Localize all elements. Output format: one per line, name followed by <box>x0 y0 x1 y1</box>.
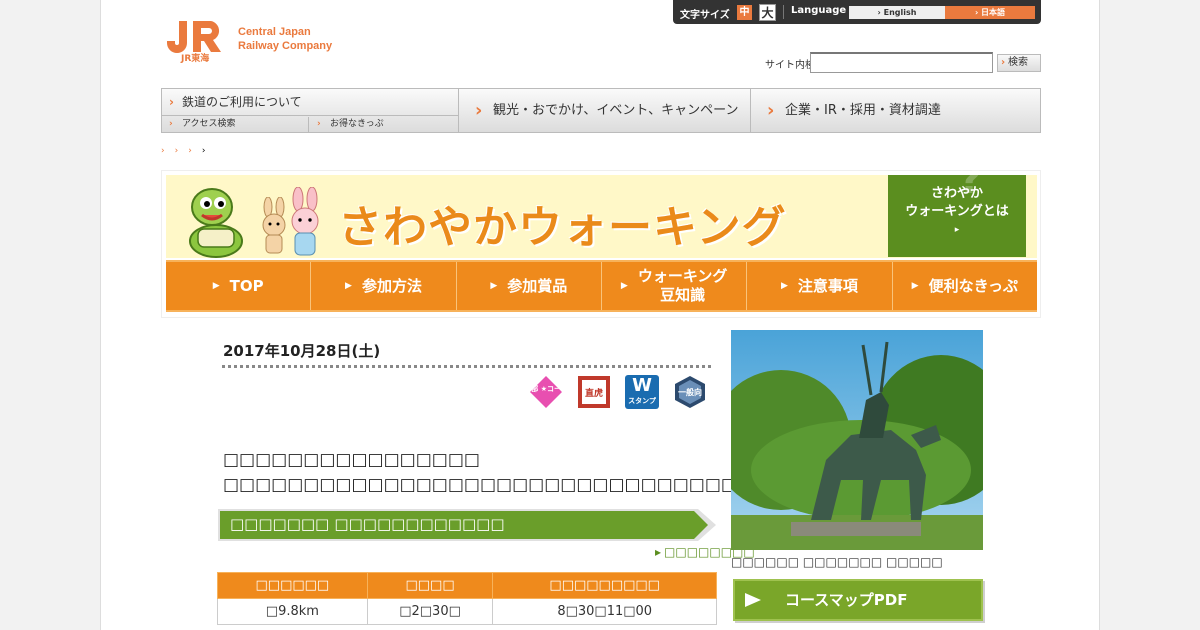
logo-line2: Railway Company <box>238 40 333 52</box>
subnav-label: 参加方法 <box>361 276 422 295</box>
chevron-right-icon: › <box>169 95 174 109</box>
page-container: JR東海 Central Japan Railway Company 文字サイズ… <box>100 0 1100 630</box>
course-bar-text: □□□□□□□ □□□□□□□□□□□□ <box>230 515 505 533</box>
language-label: Language <box>791 5 847 16</box>
arrow-right-icon: ▸ <box>954 225 960 235</box>
font-size-large-button[interactable]: 大 <box>759 4 776 21</box>
table-row: □9.8km □2□30□ 8□30□11□00 <box>217 598 717 625</box>
subnav-prizes[interactable]: ▶ 参加賞品 <box>457 262 602 310</box>
subnav-label: 参加賞品 <box>507 276 568 295</box>
stamp-icon-label: スタンプ <box>628 397 656 405</box>
event-info-table: □□□□□□ □□□□ □□□□□□□□□ □9.8km □2□30□ 8□30… <box>217 572 717 625</box>
table-header: □□□□ <box>366 572 494 599</box>
arrow-right-icon: ▶ <box>781 280 788 291</box>
subnav-how-to-join[interactable]: ▶ 参加方法 <box>311 262 457 310</box>
gnav-railway-usage[interactable]: › 鉄道のご利用について <box>162 89 458 116</box>
dotted-divider <box>222 365 711 368</box>
event-date: 2017年10月28日(土) <box>223 342 381 360</box>
arrow-right-icon: ▶ <box>345 280 352 291</box>
jr-central-logo[interactable]: JR東海 Central Japan Railway Company <box>165 17 365 65</box>
question-mark-icon: ? <box>958 157 982 203</box>
statue-photo <box>731 330 983 550</box>
about-line1: さわやか <box>930 186 983 201</box>
table-header: □□□□□□ <box>217 572 368 599</box>
logo-line1: Central Japan <box>238 26 311 38</box>
partial-course-icon: 一部 ★コース <box>529 376 563 408</box>
banner-header: さわやかウォーキング ? さわやか ウォーキングとは ▸ <box>166 160 1037 258</box>
stamp-icon: W スタンプ <box>625 375 659 409</box>
table-cell: 8□30□11□00 <box>492 598 717 625</box>
naotora-text: 直虎 <box>585 387 603 399</box>
general-audience-text: 一般向 <box>678 387 702 397</box>
table-cell: □9.8km <box>217 598 368 625</box>
subnav-label: 注意事項 <box>797 276 858 295</box>
chevron-right-icon: › <box>767 100 775 121</box>
search-button[interactable]: 検索 <box>997 54 1041 72</box>
logo-company-name: Central Japan Railway Company <box>238 25 332 53</box>
subnav-notes[interactable]: ▶ 注意事項 <box>747 262 893 310</box>
breadcrumb-item[interactable]: › <box>161 146 175 156</box>
subnav-tickets[interactable]: ▶ 便利なきっぷ <box>893 262 1037 310</box>
breadcrumb: ›››› <box>161 146 215 156</box>
pink-rabbit-mascot-icon <box>291 187 319 256</box>
table-header-row: □□□□□□ □□□□ □□□□□□□□□ <box>217 572 717 599</box>
about-walking-button[interactable]: ? さわやか ウォーキングとは ▸ <box>888 160 1026 257</box>
course-line2: □□□□□□□□□□□□□□□□□□□□□□□□□□□□□□□□□ <box>223 475 754 495</box>
breadcrumb-current: › <box>201 146 216 156</box>
chevron-right-icon: › <box>317 119 321 129</box>
chevron-right-icon: › <box>169 119 173 129</box>
utility-bar: 文字サイズ 中 大 Language › English › 日本語 <box>673 0 1041 24</box>
course-title-bar: □□□□□□□ □□□□□□□□□□□□ <box>218 509 716 541</box>
gnav-corporate[interactable]: › 企業・IR・採用・資材調達 <box>750 89 1040 132</box>
arrow-right-icon: ▶ <box>620 280 628 291</box>
font-size-label: 文字サイズ <box>680 10 730 21</box>
japanese-button[interactable]: › 日本語 <box>945 6 1035 19</box>
arrow-right-icon: ▶ <box>490 280 498 291</box>
subnav-label: 便利なきっぷ <box>928 276 1018 295</box>
subnav-label-line1: ウォーキング <box>637 267 728 285</box>
arrow-right-icon: ▶ <box>212 280 220 291</box>
global-nav: › 鉄道のご利用について › アクセス検索 › お得なきっぷ › 観光・おでかけ… <box>161 88 1041 133</box>
subnav-label: ウォーキング 豆知識 <box>638 267 728 305</box>
english-button[interactable]: › English <box>849 6 945 19</box>
stamp-icon-letter: W <box>632 375 652 396</box>
gnav-discount-tickets-label: お得なきっぷ <box>330 119 384 129</box>
subnav-label: TOP <box>229 276 264 295</box>
subnav-label-line2: 豆知識 <box>660 286 706 304</box>
subnav-top[interactable]: ▶ TOP <box>166 262 312 310</box>
divider <box>783 5 784 19</box>
gnav-access-search[interactable]: › アクセス検索 <box>162 117 309 132</box>
course-description: □□□□□□□□□□□□□□□□ □□□□□□□□□□□□□□□□□□□□□□□… <box>223 448 753 498</box>
course-line1: □□□□□□□□□□□□□□□□ <box>223 450 480 470</box>
breadcrumb-item[interactable]: › <box>188 146 202 156</box>
table-header: □□□□□□□□□ <box>492 572 717 599</box>
gnav-tourism-label: 観光・おでかけ、イベント、キャンペーン <box>493 103 739 118</box>
banner-title: さわやかウォーキング <box>338 202 787 253</box>
gnav-tourism[interactable]: › 観光・おでかけ、イベント、キャンペーン <box>458 89 750 132</box>
walking-banner: さわやかウォーキング ? さわやか ウォーキングとは ▸ ▶ TOP ▶ 参加方法 … <box>161 160 1041 318</box>
turtle-mascot-icon <box>189 188 243 258</box>
gnav-access-search-label: アクセス検索 <box>182 119 236 129</box>
about-line2: ウォーキングとは <box>905 204 1009 219</box>
sub-nav: ▶ TOP ▶ 参加方法 ▶ 参加賞品 ▶ ウォーキング 豆知識 ▶ 注意事項 ▶ 便利なきっ… <box>166 260 1037 312</box>
photo-caption: □□□□□□ □□□□□□□ □□□□□ <box>731 555 943 569</box>
gnav-railway-usage-label: 鉄道のご利用について <box>182 95 302 109</box>
gnav-corporate-label: 企業・IR・採用・資材調達 <box>785 103 941 118</box>
event-icons: 一部 ★コース 直虎 W スタンプ 一般向 <box>529 375 713 411</box>
subnav-walking-tips[interactable]: ▶ ウォーキング 豆知識 <box>602 262 748 310</box>
arrow-right-icon: ▶ <box>911 280 919 291</box>
font-size-medium-button[interactable]: 中 <box>737 5 752 20</box>
course-map-pdf-button[interactable]: コースマップPDF <box>733 579 983 621</box>
partial-course-text: 一部 ★コース <box>529 384 563 393</box>
table-cell: □2□30□ <box>366 598 494 625</box>
logo-jr-text: JR東海 <box>181 54 210 64</box>
chevron-right-icon: › <box>475 100 483 121</box>
search-input[interactable] <box>810 52 993 73</box>
general-audience-icon: 一般向 <box>675 376 705 408</box>
gnav-discount-tickets[interactable]: › お得なきっぷ <box>310 117 458 132</box>
breadcrumb-item[interactable]: › <box>175 146 189 156</box>
naotora-icon: 直虎 <box>578 376 610 408</box>
